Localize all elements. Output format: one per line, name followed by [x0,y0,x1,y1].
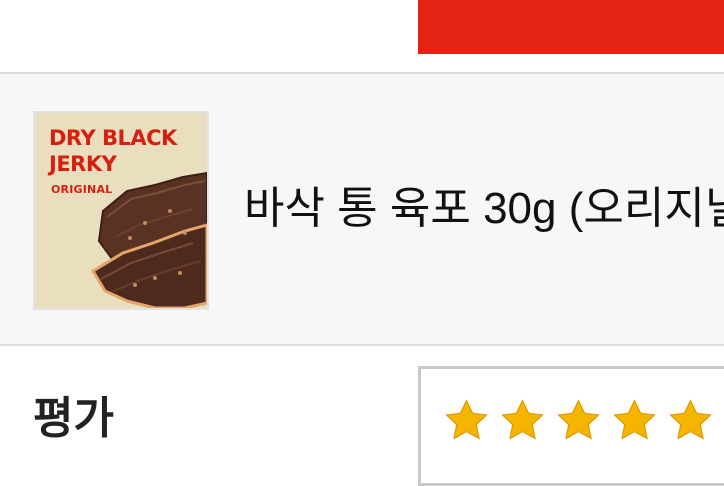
thumbnail-brand-text: DRY BLACK JERKY [49,125,177,177]
rating-input[interactable] [418,366,724,486]
thumbnail-brand-line1: DRY BLACK [49,126,177,150]
star-icon[interactable] [611,397,658,444]
product-thumbnail[interactable]: DRY BLACK JERKY ORIGINAL [33,111,209,310]
star-icon[interactable] [443,397,490,444]
divider [0,344,724,346]
thumbnail-brand-line2: JERKY [49,152,117,176]
star-icon[interactable] [499,397,546,444]
primary-action-button[interactable] [418,0,724,54]
top-bar [0,0,724,72]
product-row[interactable]: DRY BLACK JERKY ORIGINAL 바삭 통 육포 30g (오리… [0,74,724,344]
star-rating[interactable] [443,397,714,444]
product-name: 바삭 통 육포 30g (오리지널) [244,184,724,233]
star-icon[interactable] [555,397,602,444]
thumbnail-variant-text: ORIGINAL [51,183,113,196]
star-icon[interactable] [667,397,714,444]
rating-label: 평가 [33,394,114,443]
